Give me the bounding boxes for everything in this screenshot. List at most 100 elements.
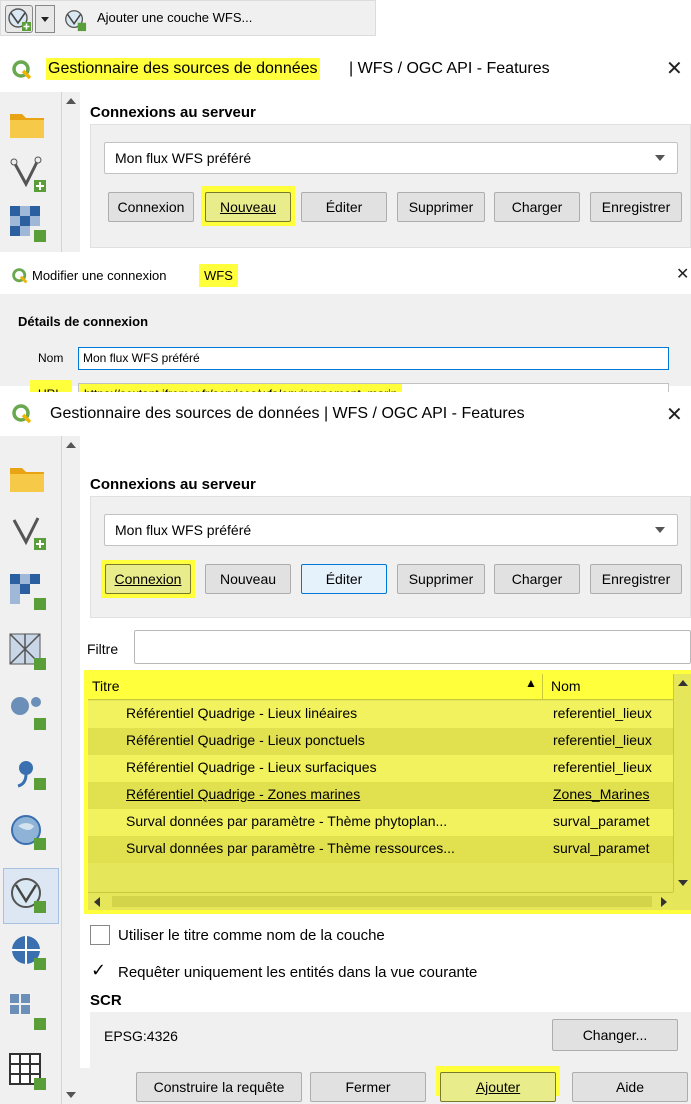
wfs-globe-icon bbox=[11, 878, 46, 913]
edit-button[interactable]: Éditer bbox=[301, 564, 387, 594]
save-button-label: Enregistrer bbox=[601, 571, 671, 587]
dialog2-section-title: Détails de connexion bbox=[18, 314, 149, 329]
wfs-add-icon[interactable] bbox=[5, 5, 33, 33]
table-body: Référentiel Quadrige - Lieux linéaires r… bbox=[88, 701, 673, 887]
col-title-header[interactable]: Titre bbox=[92, 678, 119, 694]
new-button-label: Nouveau bbox=[219, 199, 277, 215]
delimited-text-icon[interactable] bbox=[8, 692, 48, 732]
extent-checkbox[interactable]: ✓ bbox=[90, 960, 110, 982]
connection-select[interactable]: Mon flux WFS préféré bbox=[104, 514, 678, 546]
wfs-globe-icon bbox=[8, 8, 31, 31]
connect-button-label: Connexion bbox=[117, 199, 185, 215]
row-name: referentiel_lieux bbox=[553, 759, 652, 775]
close-icon[interactable]: ✕ bbox=[666, 56, 683, 81]
virtual-layer-icon[interactable] bbox=[8, 752, 48, 792]
dialog3-scrollbar[interactable] bbox=[62, 436, 80, 1104]
xyz-globe-icon[interactable] bbox=[8, 932, 48, 972]
wms-globe-icon[interactable] bbox=[8, 812, 48, 852]
dialog2-titlebar: Modifier une connexion WFS ✕ bbox=[0, 258, 691, 294]
table-row[interactable]: Surval données par paramètre - Thème res… bbox=[88, 836, 673, 863]
dialog1: Gestionnaire des sources de données | WF… bbox=[0, 44, 691, 252]
close-button-label: Fermer bbox=[345, 1079, 391, 1095]
delete-button[interactable]: Supprimer bbox=[397, 192, 485, 222]
change-crs-button[interactable]: Changer... bbox=[552, 1019, 678, 1051]
save-button[interactable]: Enregistrer bbox=[590, 564, 682, 594]
table-hscrollbar[interactable] bbox=[88, 892, 673, 910]
load-button[interactable]: Charger bbox=[494, 564, 580, 594]
checkmark-icon: ✓ bbox=[91, 960, 107, 980]
raster-layer-icon[interactable] bbox=[8, 204, 48, 244]
extent-label: Requêter uniquement les entités dans la … bbox=[118, 964, 478, 981]
table-row[interactable]: Référentiel Quadrige - Lieux linéaires r… bbox=[88, 701, 673, 728]
chevron-down-icon bbox=[655, 527, 665, 533]
add-button-label: Ajouter bbox=[475, 1079, 521, 1095]
edit-button-label: Éditer bbox=[325, 571, 363, 587]
delete-button-label: Supprimer bbox=[408, 199, 474, 215]
table-row[interactable]: Référentiel Quadrige - Lieux ponctuels r… bbox=[88, 728, 673, 755]
row-name: referentiel_lieux bbox=[553, 705, 652, 721]
edit-button[interactable]: Éditer bbox=[301, 192, 387, 222]
load-button-label: Charger bbox=[511, 571, 563, 587]
row-title: Surval données par paramètre - Thème phy… bbox=[126, 813, 448, 829]
crs-value: EPSG:4326 bbox=[104, 1028, 178, 1044]
new-button[interactable]: Nouveau bbox=[205, 192, 291, 222]
wfs-action-label[interactable]: Ajouter une couche WFS... bbox=[97, 10, 252, 25]
filter-input[interactable] bbox=[134, 630, 691, 664]
connect-button[interactable]: Connexion bbox=[105, 564, 191, 594]
vector-tile-icon[interactable] bbox=[8, 992, 48, 1032]
connection-select[interactable]: Mon flux WFS préféré bbox=[104, 142, 678, 174]
close-icon[interactable]: ✕ bbox=[666, 402, 683, 427]
folder-icon[interactable] bbox=[8, 104, 48, 144]
folder-icon[interactable] bbox=[8, 458, 48, 498]
row-name: surval_paramet bbox=[553, 840, 650, 856]
edit-button-label: Éditer bbox=[325, 199, 363, 215]
table-row[interactable]: Référentiel Quadrige - Lieux surfaciques… bbox=[88, 755, 673, 782]
name-input-value: Mon flux WFS préféré bbox=[83, 351, 200, 365]
dialog3-section-title: Connexions au serveur bbox=[90, 476, 256, 493]
point-cloud-icon[interactable] bbox=[8, 1052, 48, 1092]
dialog3-title: Gestionnaire des sources de données | WF… bbox=[50, 405, 525, 422]
load-button[interactable]: Charger bbox=[494, 192, 580, 222]
row-title: Référentiel Quadrige - Lieux ponctuels bbox=[126, 732, 365, 748]
dropdown-arrow-icon[interactable] bbox=[35, 5, 55, 33]
toolbar: Ajouter une couche WFS... bbox=[0, 0, 376, 36]
crs-section-title: SCR bbox=[90, 992, 122, 1009]
new-button[interactable]: Nouveau bbox=[205, 564, 291, 594]
row-name: surval_paramet bbox=[553, 813, 650, 829]
table-header: Titre ▲ Nom bbox=[88, 674, 691, 700]
qgis-logo-icon bbox=[12, 60, 32, 80]
add-button[interactable]: Ajouter bbox=[440, 1072, 556, 1102]
wfs-layer-icon bbox=[65, 10, 87, 32]
connect-button[interactable]: Connexion bbox=[108, 192, 194, 222]
vector-layer-icon[interactable] bbox=[8, 154, 48, 194]
close-button[interactable]: Fermer bbox=[310, 1072, 426, 1102]
col-name-header[interactable]: Nom bbox=[551, 678, 581, 694]
dialog1-titlebar: Gestionnaire des sources de données | WF… bbox=[0, 44, 691, 92]
sort-up-icon: ▲ bbox=[525, 676, 537, 690]
layers-table: Titre ▲ Nom Référentiel Quadrige - Lieux… bbox=[88, 674, 691, 910]
name-input[interactable]: Mon flux WFS préféré bbox=[78, 347, 669, 370]
raster-layer-icon[interactable] bbox=[8, 572, 48, 612]
table-row[interactable]: Référentiel Quadrige - Zones marines Zon… bbox=[88, 782, 673, 809]
close-icon[interactable]: ✕ bbox=[676, 264, 689, 284]
dialog2: Modifier une connexion WFS ✕ Détails de … bbox=[0, 258, 691, 408]
vector-layer-icon[interactable] bbox=[8, 512, 48, 552]
use-title-checkbox[interactable] bbox=[90, 925, 110, 945]
build-query-label: Construire la requête bbox=[153, 1079, 285, 1095]
mesh-layer-icon[interactable] bbox=[8, 632, 48, 672]
table-row[interactable]: Surval données par paramètre - Thème phy… bbox=[88, 809, 673, 836]
change-crs-label: Changer... bbox=[582, 1027, 648, 1043]
row-title: Référentiel Quadrige - Zones marines bbox=[126, 786, 361, 802]
help-button[interactable]: Aide bbox=[572, 1072, 688, 1102]
filter-label: Filtre bbox=[87, 641, 119, 657]
wfs-active-item[interactable] bbox=[3, 868, 59, 924]
connection-select-value: Mon flux WFS préféré bbox=[115, 522, 252, 538]
dialog3-titlebar: Gestionnaire des sources de données | WF… bbox=[0, 392, 691, 436]
dialog2-title-highlight: WFS bbox=[199, 264, 238, 287]
dialog1-scrollbar[interactable] bbox=[62, 92, 80, 252]
table-vscrollbar[interactable] bbox=[673, 674, 691, 892]
dialog3: Gestionnaire des sources de données | WF… bbox=[0, 392, 691, 1104]
build-query-button[interactable]: Construire la requête bbox=[136, 1072, 302, 1102]
save-button[interactable]: Enregistrer bbox=[590, 192, 682, 222]
delete-button[interactable]: Supprimer bbox=[397, 564, 485, 594]
